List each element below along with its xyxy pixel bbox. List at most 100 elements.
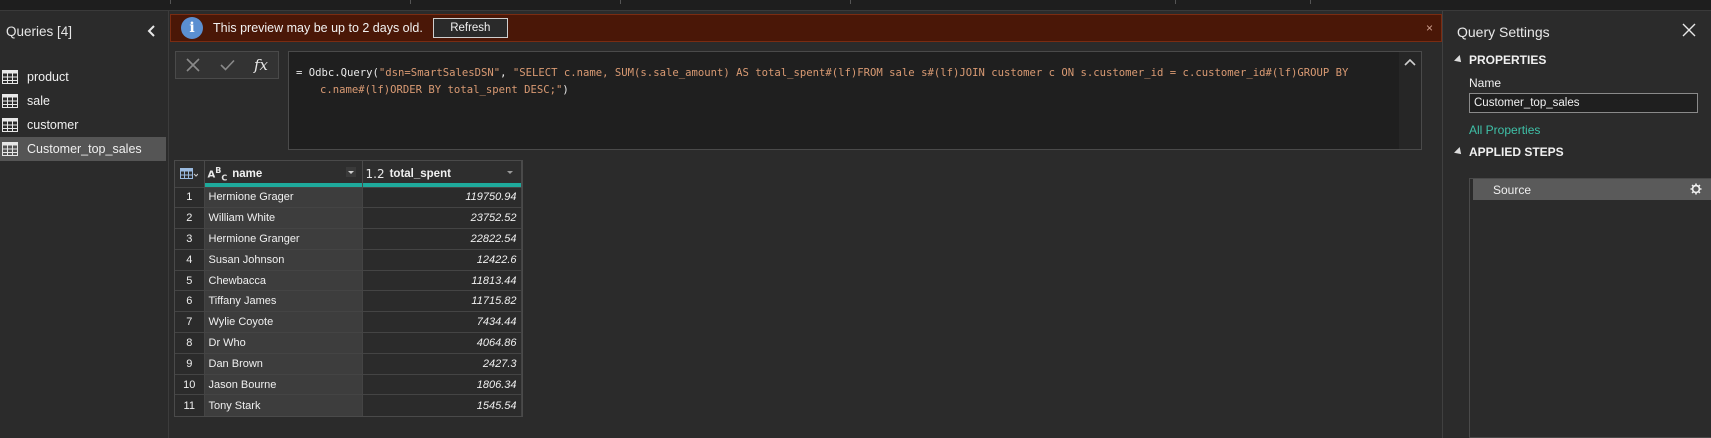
table-menu-icon	[180, 168, 198, 180]
formula-collapse-button[interactable]	[1399, 52, 1421, 149]
cell-name[interactable]: William White	[204, 207, 363, 229]
table-menu-button[interactable]	[175, 161, 205, 187]
table-row[interactable]: 10 Jason Bourne 1806.34	[175, 373, 522, 395]
table-row[interactable]: 2 William White 23752.52	[175, 207, 522, 229]
refresh-button[interactable]: Refresh	[432, 18, 508, 38]
cell-name[interactable]: Hermione Granger	[204, 228, 363, 250]
cell-total-spent[interactable]: 23752.52	[362, 207, 522, 229]
cell-name[interactable]: Dan Brown	[204, 352, 363, 375]
decimal-type-icon[interactable]: 1.2	[366, 167, 385, 181]
applied-steps-section-toggle[interactable]: APPLIED STEPS	[1454, 145, 1564, 159]
checkmark-icon	[219, 59, 235, 71]
table-row[interactable]: 7 Wylie Coyote 7434.44	[175, 311, 522, 333]
expand-triangle-icon	[1454, 55, 1464, 65]
formula-toolbar: fx	[175, 51, 279, 79]
cell-name[interactable]: Chewbacca	[204, 269, 363, 291]
cancel-formula-button[interactable]	[176, 52, 210, 78]
query-item-label: sale	[27, 94, 50, 108]
table-row[interactable]: 4 Susan Johnson 12422.6	[175, 248, 522, 271]
query-item-product[interactable]: product	[0, 65, 168, 89]
chevron-up-icon	[1404, 58, 1416, 66]
query-item-customer[interactable]: customer	[0, 113, 168, 137]
cell-total-spent[interactable]: 11715.82	[362, 290, 522, 312]
row-number: 4	[175, 248, 205, 271]
strip-tick	[1175, 0, 1176, 4]
formula-sql-line-1: "SELECT c.name, SUM(s.sale_amount) AS to…	[512, 67, 1349, 79]
formula-separator: ,	[500, 67, 513, 79]
cell-total-spent[interactable]: 7434.44	[362, 311, 522, 333]
cell-total-spent[interactable]: 4064.86	[362, 332, 522, 354]
cell-name[interactable]: Jason Bourne	[204, 373, 363, 395]
cell-name[interactable]: Tiffany James	[204, 290, 363, 312]
cell-total-spent[interactable]: 1545.54	[362, 394, 522, 416]
table-row[interactable]: 1 Hermione Grager 119750.94	[175, 186, 522, 208]
column-header-total-spent[interactable]: 1.2 total_spent	[362, 161, 522, 187]
cell-total-spent[interactable]: 119750.94	[362, 186, 522, 208]
row-number: 6	[175, 290, 205, 312]
column-header-label: total_spent	[389, 167, 451, 180]
fx-icon[interactable]: fx	[244, 52, 278, 78]
query-item-label: product	[27, 70, 69, 84]
properties-section-toggle[interactable]: PROPERTIES	[1454, 53, 1546, 67]
cell-name[interactable]: Wylie Coyote	[204, 311, 363, 333]
main-area: i This preview may be up to 2 days old. …	[170, 11, 1442, 438]
top-strip	[0, 0, 1711, 11]
step-label: Source	[1493, 182, 1532, 197]
filter-dropdown-icon[interactable]	[345, 167, 356, 177]
table-row[interactable]: 11 Tony Stark 1545.54	[175, 394, 522, 416]
formula-sql-line-2: c.name#(lf)ORDER BY total_spent DESC;"	[320, 84, 563, 96]
query-name-input[interactable]	[1469, 93, 1698, 113]
cell-total-spent[interactable]: 22822.54	[362, 228, 522, 250]
query-item-label: Customer_top_sales	[27, 142, 142, 156]
cell-name[interactable]: Dr Who	[204, 332, 363, 354]
chevron-left-icon	[147, 25, 155, 37]
name-label: Name	[1469, 76, 1502, 90]
column-quality-bar	[204, 182, 362, 187]
row-number: 7	[175, 311, 205, 333]
table-row[interactable]: 9 Dan Brown 2427.3	[175, 352, 522, 375]
close-settings-button[interactable]	[1681, 22, 1697, 38]
cell-total-spent[interactable]: 1806.34	[362, 373, 522, 395]
formula-prefix: = Odbc.Query(	[296, 67, 379, 79]
close-icon[interactable]: ×	[1426, 21, 1433, 35]
table-row[interactable]: 3 Hermione Granger 22822.54	[175, 228, 522, 250]
formula-dsn-string: "dsn=SmartSalesDSN"	[378, 67, 501, 79]
cell-name[interactable]: Hermione Grager	[204, 186, 363, 208]
row-number: 9	[175, 352, 205, 375]
query-item-sale[interactable]: sale	[0, 89, 168, 113]
collapse-queries-button[interactable]	[144, 23, 160, 39]
strip-tick	[620, 0, 621, 4]
row-number: 8	[175, 332, 205, 354]
info-icon: i	[181, 17, 203, 39]
data-grid: ABC name 1.2 total_spent 1 Hermione Grag…	[174, 160, 523, 417]
formula-bar[interactable]: = Odbc.Query("dsn=SmartSalesDSN", "SELEC…	[288, 51, 1422, 150]
all-properties-link[interactable]: All Properties	[1469, 123, 1540, 137]
table-row[interactable]: 8 Dr Who 4064.86	[175, 332, 522, 354]
commit-formula-button[interactable]	[210, 52, 244, 78]
query-list: product sale customer Customer_top_sales	[0, 65, 168, 161]
cell-name[interactable]: Susan Johnson	[204, 248, 363, 271]
strip-tick	[410, 0, 411, 4]
step-source[interactable]: Source	[1470, 179, 1711, 200]
cell-name[interactable]: Tony Stark	[204, 394, 363, 416]
query-item-customer-top-sales[interactable]: Customer_top_sales	[0, 137, 166, 161]
settings-title: Query Settings	[1457, 24, 1550, 40]
gear-icon[interactable]	[1690, 183, 1702, 195]
cell-total-spent[interactable]: 12422.6	[362, 248, 522, 271]
table-icon	[2, 94, 18, 108]
table-row[interactable]: 6 Tiffany James 11715.82	[175, 290, 522, 312]
banner-message: This preview may be up to 2 days old.	[213, 21, 423, 35]
column-quality-bar	[362, 182, 521, 187]
table-icon	[2, 70, 18, 84]
column-header-name[interactable]: ABC name	[204, 161, 363, 187]
text-type-icon[interactable]: ABC	[208, 166, 228, 182]
filter-dropdown-icon[interactable]	[505, 167, 515, 177]
row-number: 10	[175, 373, 205, 395]
expand-triangle-icon	[1454, 147, 1464, 157]
table-row[interactable]: 5 Chewbacca 11813.44	[175, 269, 522, 291]
cell-total-spent[interactable]: 11813.44	[362, 269, 522, 291]
table-icon	[2, 118, 18, 132]
cell-total-spent[interactable]: 2427.3	[362, 352, 522, 375]
strip-tick	[1310, 0, 1311, 4]
formula-text[interactable]: = Odbc.Query("dsn=SmartSalesDSN", "SELEC…	[296, 65, 1376, 99]
